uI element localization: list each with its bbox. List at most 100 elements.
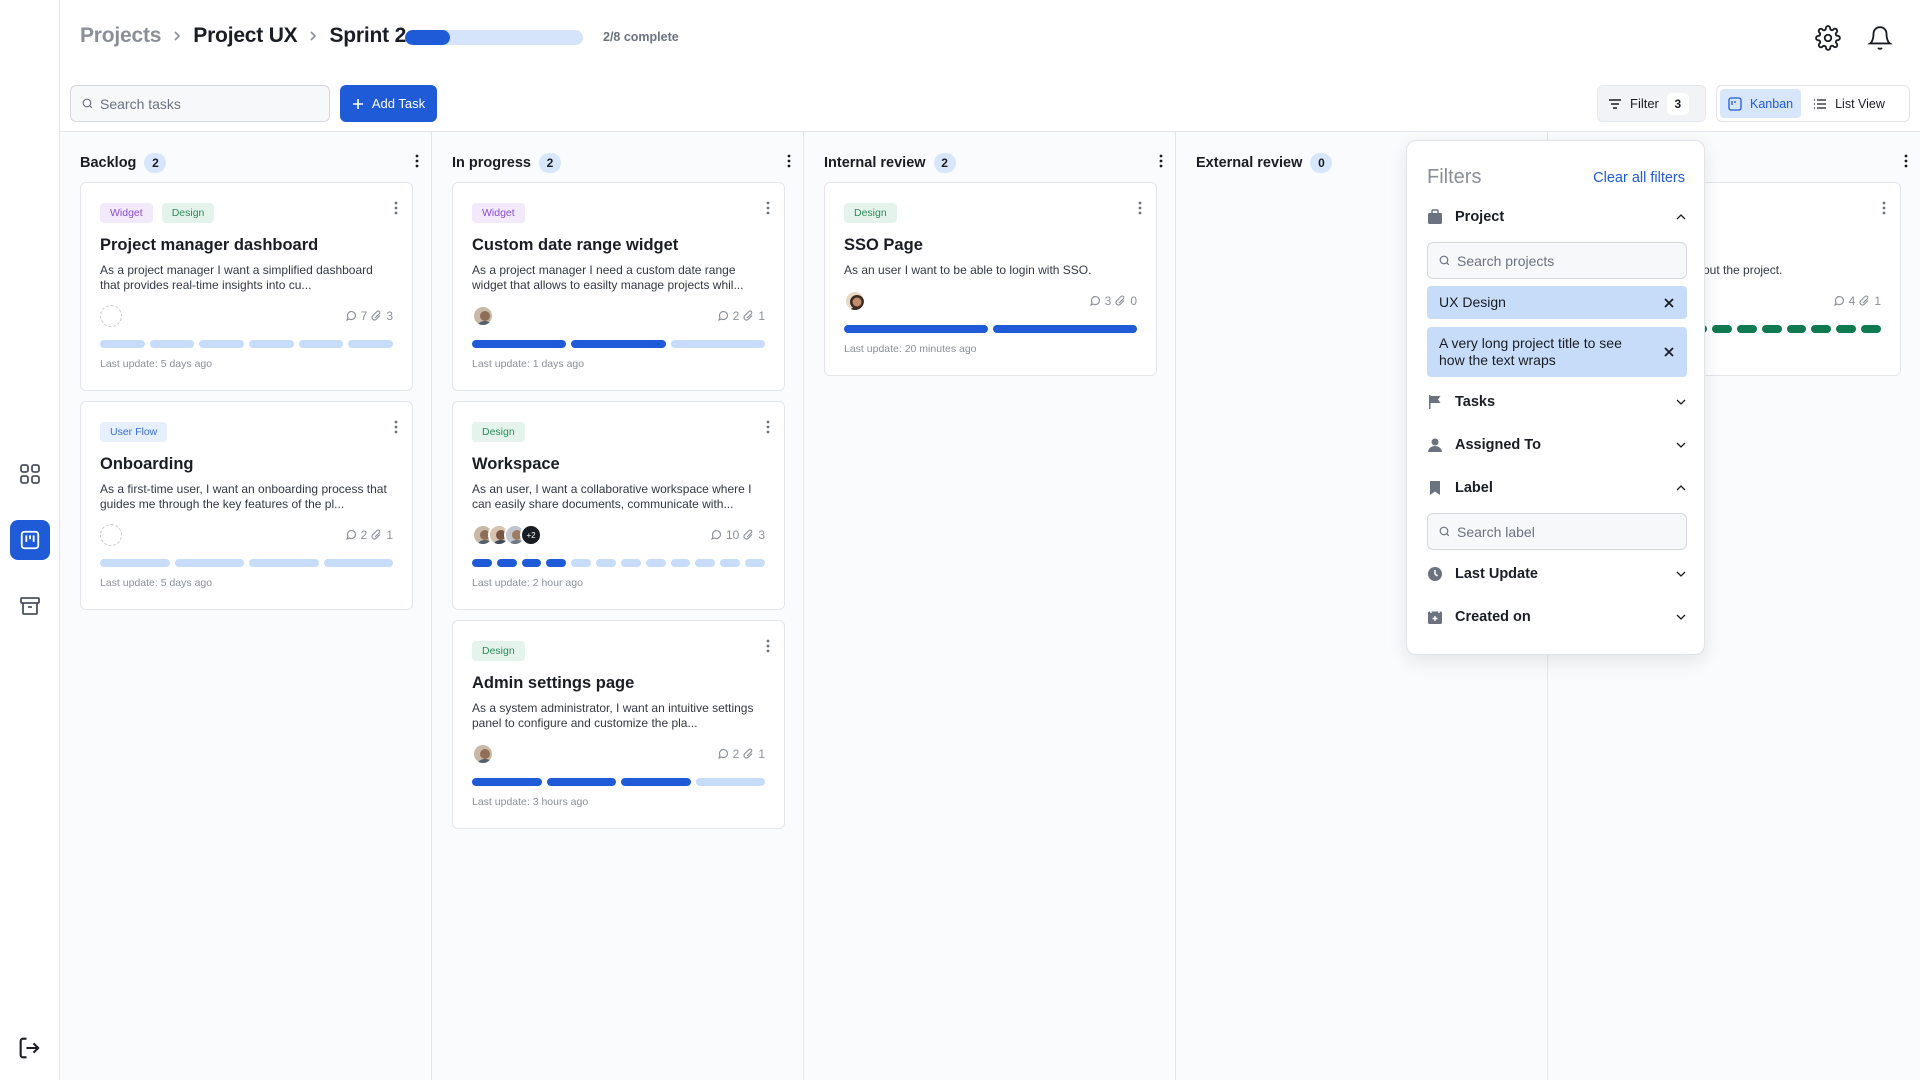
more-vertical-icon[interactable] bbox=[787, 154, 791, 168]
clear-all-filters-link[interactable]: Clear all filters bbox=[1593, 170, 1685, 186]
tag-design: Design bbox=[472, 641, 525, 661]
filters-panel: Filters Clear all filters Project UX Des… bbox=[1406, 140, 1705, 655]
column-title: Internal review bbox=[824, 155, 926, 171]
card-title: Custom date range widget bbox=[472, 236, 679, 254]
subtask-progress bbox=[472, 778, 765, 786]
unassigned-avatar-icon[interactable] bbox=[100, 524, 122, 546]
search-projects-input[interactable] bbox=[1457, 252, 1677, 269]
dashboard-icon[interactable] bbox=[10, 454, 50, 494]
project-chip: A very long project title to see how the… bbox=[1427, 327, 1687, 377]
tag-widget: Widget bbox=[472, 203, 525, 223]
column-internal-review: Internal review 2 Design SSO Page As an u… bbox=[804, 132, 1176, 1080]
search-tasks-input[interactable] bbox=[100, 95, 320, 112]
more-vertical-icon[interactable] bbox=[1159, 154, 1163, 168]
breadcrumb-project[interactable]: Project UX bbox=[193, 24, 297, 48]
chip-label: A very long project title to see how the… bbox=[1439, 335, 1622, 368]
more-vertical-icon[interactable] bbox=[415, 154, 419, 168]
subtask-progress bbox=[100, 340, 394, 348]
unassigned-avatar-icon[interactable] bbox=[100, 305, 122, 327]
comment-count: 2 bbox=[360, 528, 368, 542]
card-description: As a system administrator, I want an int… bbox=[472, 701, 754, 730]
filter-section-last-update[interactable]: Last Update bbox=[1427, 562, 1687, 586]
comment-icon bbox=[710, 529, 722, 541]
more-vertical-icon[interactable] bbox=[394, 420, 398, 434]
more-vertical-icon[interactable] bbox=[766, 201, 770, 215]
label-search[interactable] bbox=[1427, 513, 1687, 550]
more-vertical-icon[interactable] bbox=[766, 420, 770, 434]
task-card[interactable]: Widget Custom date range widget As a pro… bbox=[452, 182, 785, 391]
attachment-count: 1 bbox=[758, 747, 765, 761]
bell-icon[interactable] bbox=[1864, 22, 1896, 54]
top-bar: Projects Project UX Sprint 2 2/8 complet… bbox=[60, 0, 1920, 76]
more-vertical-icon[interactable] bbox=[1882, 201, 1886, 215]
task-card[interactable]: User Flow Onboarding As a first-time use… bbox=[80, 401, 413, 610]
toolbar: Add Task Filter 3 Kanban List View bbox=[60, 76, 1920, 132]
filter-count-badge: 3 bbox=[1666, 92, 1689, 115]
filter-section-assigned[interactable]: Assigned To bbox=[1427, 433, 1687, 457]
last-update: Last update: 3 hours ago bbox=[472, 796, 589, 808]
card-description: As an user I want to be able to login wi… bbox=[844, 263, 1092, 277]
gear-icon[interactable] bbox=[1812, 22, 1844, 54]
chip-label: UX Design bbox=[1439, 294, 1506, 310]
more-vertical-icon[interactable] bbox=[1904, 154, 1908, 168]
card-title: Admin settings page bbox=[472, 674, 635, 692]
calendar-plus-icon bbox=[1427, 609, 1443, 625]
search-label-input[interactable] bbox=[1457, 523, 1677, 540]
filter-section-created[interactable]: Created on bbox=[1427, 605, 1687, 629]
subtask-progress bbox=[844, 325, 1137, 333]
close-icon[interactable] bbox=[1663, 297, 1675, 309]
paperclip-icon bbox=[743, 529, 754, 541]
chevron-down-icon bbox=[1675, 611, 1687, 623]
breadcrumb-projects[interactable]: Projects bbox=[80, 24, 161, 48]
kanban-view-button[interactable]: Kanban bbox=[1720, 89, 1802, 118]
filter-section-label[interactable]: Label bbox=[1427, 476, 1687, 500]
comment-icon bbox=[717, 310, 729, 322]
column-count: 2 bbox=[144, 153, 167, 173]
task-card[interactable]: Design Admin settings page As a system a… bbox=[452, 620, 785, 829]
comment-count: 2 bbox=[732, 747, 740, 761]
card-title: Workspace bbox=[472, 455, 560, 473]
task-card[interactable]: Design SSO Page As an user I want to be … bbox=[824, 182, 1157, 376]
task-search[interactable] bbox=[70, 85, 330, 122]
chevron-up-icon bbox=[1675, 482, 1687, 494]
more-vertical-icon[interactable] bbox=[1138, 201, 1142, 215]
attachment-count: 3 bbox=[758, 528, 765, 542]
comment-icon bbox=[717, 748, 729, 760]
list-view-button[interactable]: List View bbox=[1805, 89, 1893, 118]
paperclip-icon bbox=[743, 748, 754, 760]
card-description: As a first-time user, I want an onboardi… bbox=[100, 482, 387, 511]
more-vertical-icon[interactable] bbox=[394, 201, 398, 215]
more-assignees-badge[interactable]: +2 bbox=[520, 524, 542, 546]
more-vertical-icon[interactable] bbox=[766, 639, 770, 653]
paperclip-icon bbox=[371, 529, 382, 541]
user-icon bbox=[1427, 437, 1443, 453]
filter-section-project[interactable]: Project bbox=[1427, 205, 1687, 229]
filter-button[interactable]: Filter 3 bbox=[1597, 85, 1706, 122]
board-icon[interactable] bbox=[10, 520, 50, 560]
filter-section-label: Label bbox=[1455, 480, 1493, 496]
kanban-label: Kanban bbox=[1750, 96, 1794, 111]
archive-icon[interactable] bbox=[10, 586, 50, 626]
sprint-progress-fill bbox=[405, 30, 450, 45]
subtask-progress bbox=[472, 559, 765, 567]
assignee-avatar[interactable] bbox=[472, 743, 494, 765]
attachment-count: 1 bbox=[758, 309, 765, 323]
breadcrumb-sprint: Sprint 2 bbox=[329, 24, 407, 47]
comment-icon bbox=[1833, 295, 1845, 307]
assignee-avatar[interactable] bbox=[472, 305, 494, 327]
chevron-down-icon bbox=[1675, 439, 1687, 451]
project-search[interactable] bbox=[1427, 242, 1687, 279]
logout-icon[interactable] bbox=[16, 1034, 44, 1062]
filter-section-label: Tasks bbox=[1455, 394, 1496, 410]
task-card[interactable]: Widget Design Project manager dashboard A… bbox=[80, 182, 413, 391]
sprint-progress-bar bbox=[405, 30, 583, 45]
task-card[interactable]: Design Workspace As an user, I want a co… bbox=[452, 401, 785, 610]
add-task-button[interactable]: Add Task bbox=[340, 85, 437, 122]
list-icon bbox=[1813, 97, 1827, 111]
view-toggle: Kanban List View bbox=[1716, 85, 1910, 122]
paperclip-icon bbox=[371, 310, 382, 322]
filter-section-tasks[interactable]: Tasks bbox=[1427, 390, 1687, 414]
comment-count: 10 bbox=[725, 528, 740, 542]
assignee-avatar[interactable] bbox=[844, 290, 866, 312]
close-icon[interactable] bbox=[1663, 346, 1675, 358]
